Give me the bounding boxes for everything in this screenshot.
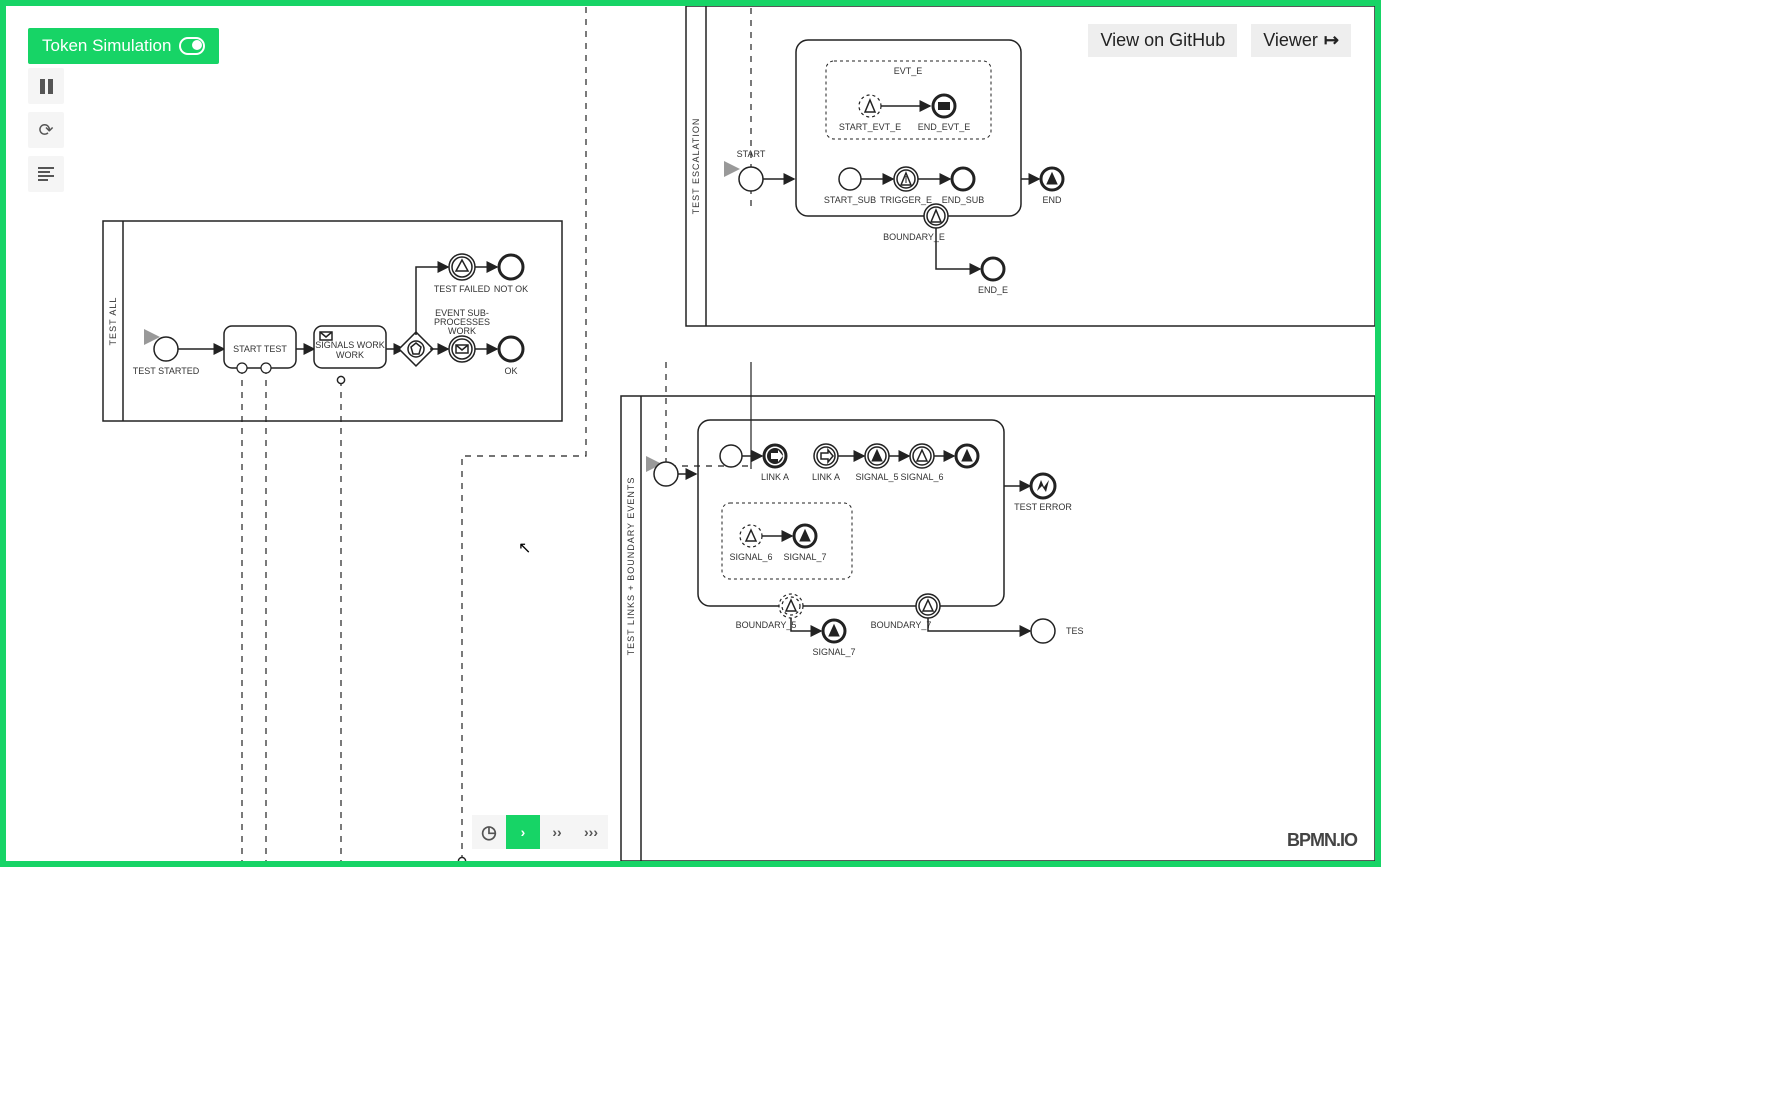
viewer-label: Viewer	[1263, 30, 1318, 51]
svg-text:TEST ERROR: TEST ERROR	[1014, 502, 1072, 512]
diagram-canvas[interactable]: TEST ALL TEST STARTED START TEST SIGNALS…	[6, 6, 1375, 861]
start-event-escalation[interactable]	[739, 167, 763, 191]
svg-text:NOT OK: NOT OK	[494, 284, 528, 294]
event-start-sub[interactable]	[839, 168, 861, 190]
start-event-links[interactable]	[654, 462, 678, 486]
svg-text:START TEST: START TEST	[233, 344, 287, 354]
svg-text:END_E: END_E	[978, 285, 1008, 295]
svg-text:WORK: WORK	[448, 326, 476, 336]
play-start-escalation[interactable]	[724, 161, 740, 177]
view-github-link[interactable]: View on GitHub	[1088, 24, 1237, 57]
svg-text:SIGNAL_7: SIGNAL_7	[783, 552, 826, 562]
svg-text:EVT_E: EVT_E	[894, 66, 923, 76]
svg-text:LINK A: LINK A	[761, 472, 789, 482]
speed-2x-button[interactable]: ››	[540, 815, 574, 849]
end-not-ok[interactable]	[499, 255, 523, 279]
speed-3x-button[interactable]: ›››	[574, 815, 608, 849]
svg-text:END_EVT_E: END_EVT_E	[918, 122, 971, 132]
svg-text:SIGNAL_5: SIGNAL_5	[855, 472, 898, 482]
event-end-sub[interactable]	[952, 168, 974, 190]
svg-text:WORK: WORK	[336, 350, 364, 360]
event-links-start[interactable]	[720, 445, 742, 467]
svg-text:OK: OK	[504, 366, 517, 376]
event-test-failed[interactable]	[449, 254, 475, 280]
exit-icon: ↦	[1324, 30, 1339, 51]
svg-text:START: START	[737, 149, 766, 159]
speed-1x-button[interactable]: ›	[506, 815, 540, 849]
svg-text:SIGNAL_7: SIGNAL_7	[812, 647, 855, 657]
view-github-label: View on GitHub	[1100, 30, 1225, 51]
end-ok[interactable]	[499, 337, 523, 361]
svg-text:LINK A: LINK A	[812, 472, 840, 482]
speed-controls: ◷ › ›› ›››	[472, 815, 608, 849]
lane-esc-label: TEST ESCALATION	[691, 118, 701, 215]
svg-text:TEST FAILED: TEST FAILED	[434, 284, 491, 294]
end-e[interactable]	[982, 258, 1004, 280]
bpmn-logo: BPMN.IO	[1287, 830, 1357, 851]
svg-text:SIGNAL_6: SIGNAL_6	[729, 552, 772, 562]
lane-test-links[interactable]: TEST LINKS + BOUNDARY EVENTS LINK A LINK…	[621, 396, 1375, 861]
lane-test-all[interactable]: TEST ALL TEST STARTED START TEST SIGNALS…	[103, 221, 562, 421]
start-event-test-started[interactable]	[154, 337, 178, 361]
svg-text:END_SUB: END_SUB	[942, 195, 985, 205]
svg-text:BOUNDARY_5: BOUNDARY_5	[736, 620, 797, 630]
gateway-event[interactable]	[399, 332, 433, 366]
svg-text:TES: TES	[1066, 626, 1084, 636]
event-subproc-work[interactable]	[449, 336, 475, 362]
svg-text:TRIGGER_E: TRIGGER_E	[880, 195, 932, 205]
svg-text:START_EVT_E: START_EVT_E	[839, 122, 901, 132]
speed-gauge-button[interactable]: ◷	[472, 815, 506, 849]
svg-text:START_SUB: START_SUB	[824, 195, 876, 205]
viewer-link[interactable]: Viewer ↦	[1251, 24, 1351, 57]
svg-text:BOUNDARY_7: BOUNDARY_7	[871, 620, 932, 630]
svg-text:SIGNALS WORK: SIGNALS WORK	[315, 340, 385, 350]
svg-text:END: END	[1042, 195, 1062, 205]
svg-text:SIGNAL_6: SIGNAL_6	[900, 472, 943, 482]
event-tes[interactable]	[1031, 619, 1055, 643]
lane-test-all-label: TEST ALL	[108, 297, 118, 346]
lane-links-label: TEST LINKS + BOUNDARY EVENTS	[626, 477, 636, 656]
svg-text:TEST STARTED: TEST STARTED	[133, 366, 200, 376]
